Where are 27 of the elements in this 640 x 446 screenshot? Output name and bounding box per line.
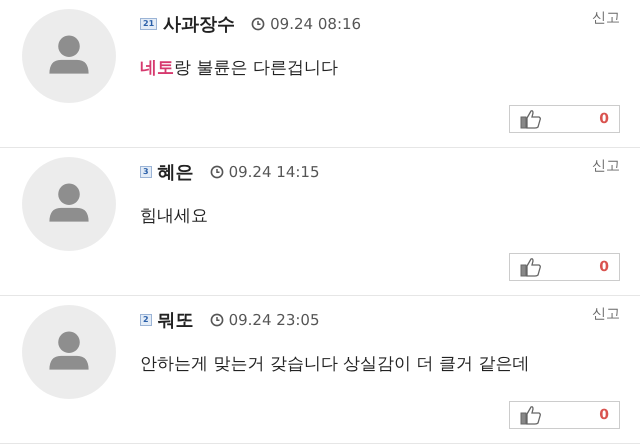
comment-text: 네토랑 불륜은 다른겁니다 (140, 57, 339, 79)
author-name: 혜은 (158, 161, 194, 184)
clock-icon (210, 313, 224, 327)
report-link[interactable]: 신고 (592, 157, 620, 175)
avatar-icon (22, 305, 116, 399)
like-button[interactable]: 0 (509, 253, 620, 281)
author-name: 뭐또 (158, 309, 194, 332)
comment-text: 힘내세요 (140, 205, 209, 227)
report-link[interactable]: 신고 (592, 9, 620, 27)
level-badge: 2 (140, 314, 152, 326)
avatar-icon (22, 157, 116, 251)
thumbs-up-icon (520, 405, 542, 425)
clock-icon (210, 165, 224, 179)
level-badge: 3 (140, 166, 152, 178)
clock-icon (251, 17, 266, 31)
report-link[interactable]: 신고 (592, 305, 620, 323)
comment-time: 09.24 08:16 (270, 15, 362, 33)
comment-time: 09.24 23:05 (228, 311, 320, 329)
thumbs-up-icon (520, 257, 542, 277)
avatar-icon (22, 9, 116, 103)
thumbs-up-icon (520, 109, 542, 129)
comment-text: 안하는게 맞는거 갖습니다 상실감이 더 클거 같은데 (140, 353, 530, 375)
level-badge: 21 (140, 18, 158, 30)
comment-time: 09.24 14:15 (228, 163, 320, 181)
like-button[interactable]: 0 (509, 401, 620, 429)
author-name: 사과장수 (163, 13, 236, 36)
like-button[interactable]: 0 (509, 105, 620, 133)
